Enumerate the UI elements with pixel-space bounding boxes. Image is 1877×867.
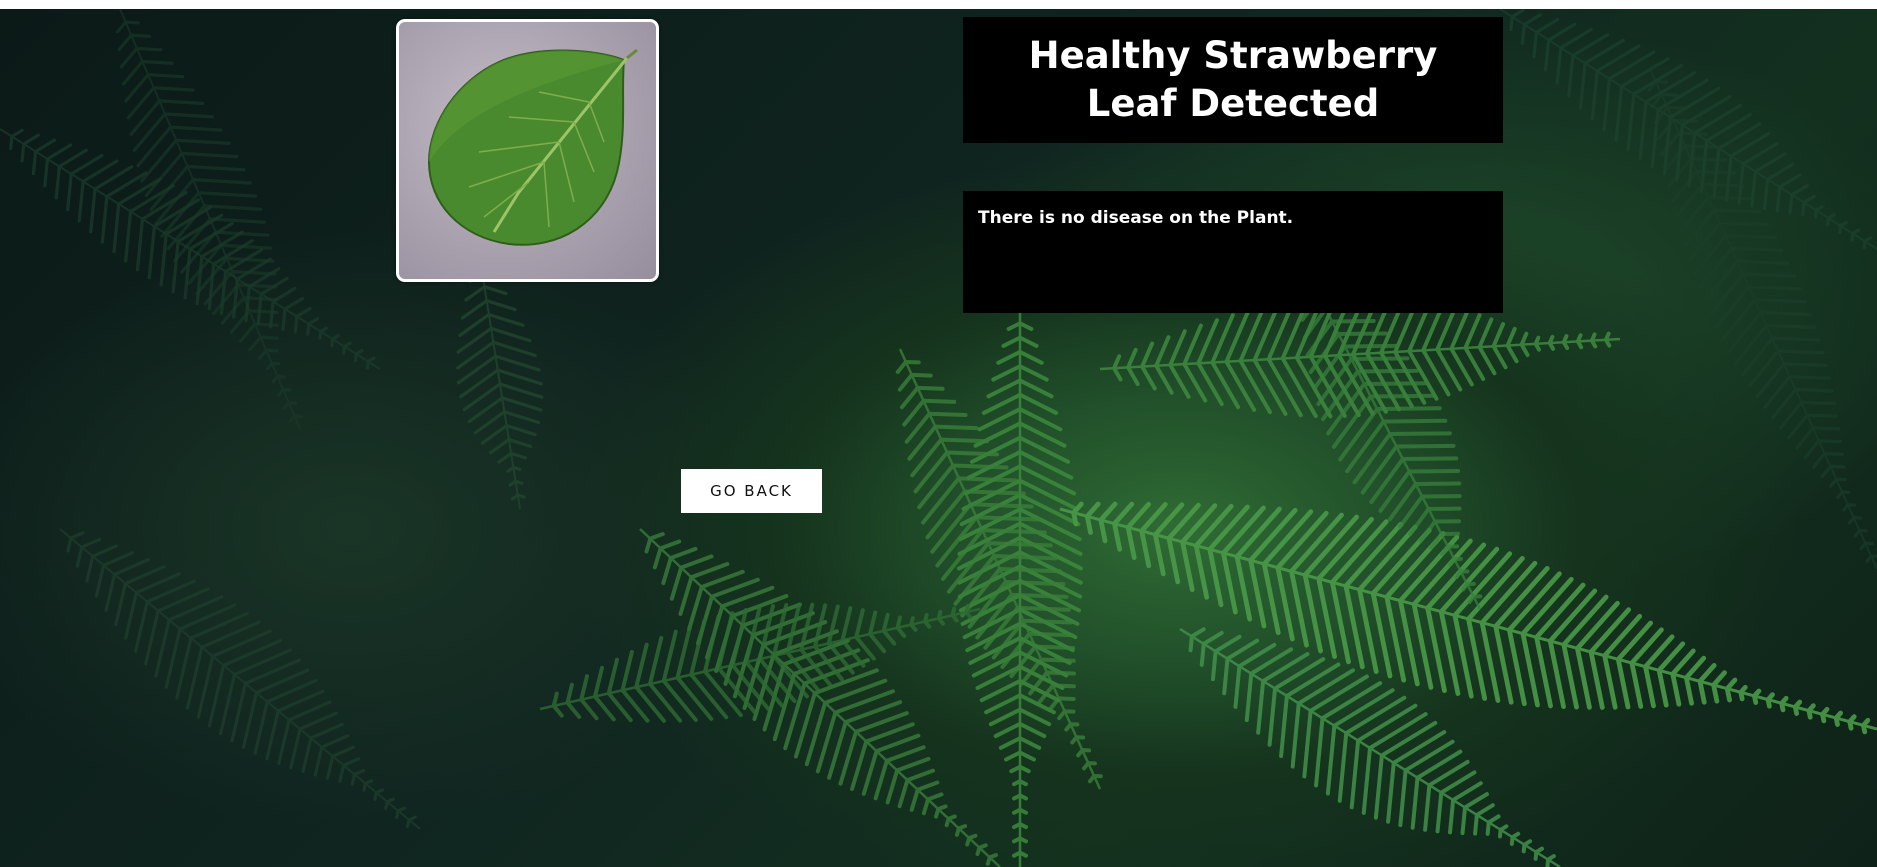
- result-title-panel: Healthy Strawberry Leaf Detected: [963, 17, 1503, 143]
- leaf-icon: [427, 48, 638, 246]
- result-title: Healthy Strawberry Leaf Detected: [1028, 34, 1438, 125]
- result-description: There is no disease on the Plant.: [978, 208, 1294, 228]
- top-strip: [0, 0, 1877, 9]
- uploaded-leaf-image: [396, 19, 659, 282]
- go-back-button[interactable]: GO BACK: [681, 469, 822, 513]
- result-description-panel: There is no disease on the Plant.: [963, 191, 1503, 313]
- fern-background-image: [0, 9, 1877, 867]
